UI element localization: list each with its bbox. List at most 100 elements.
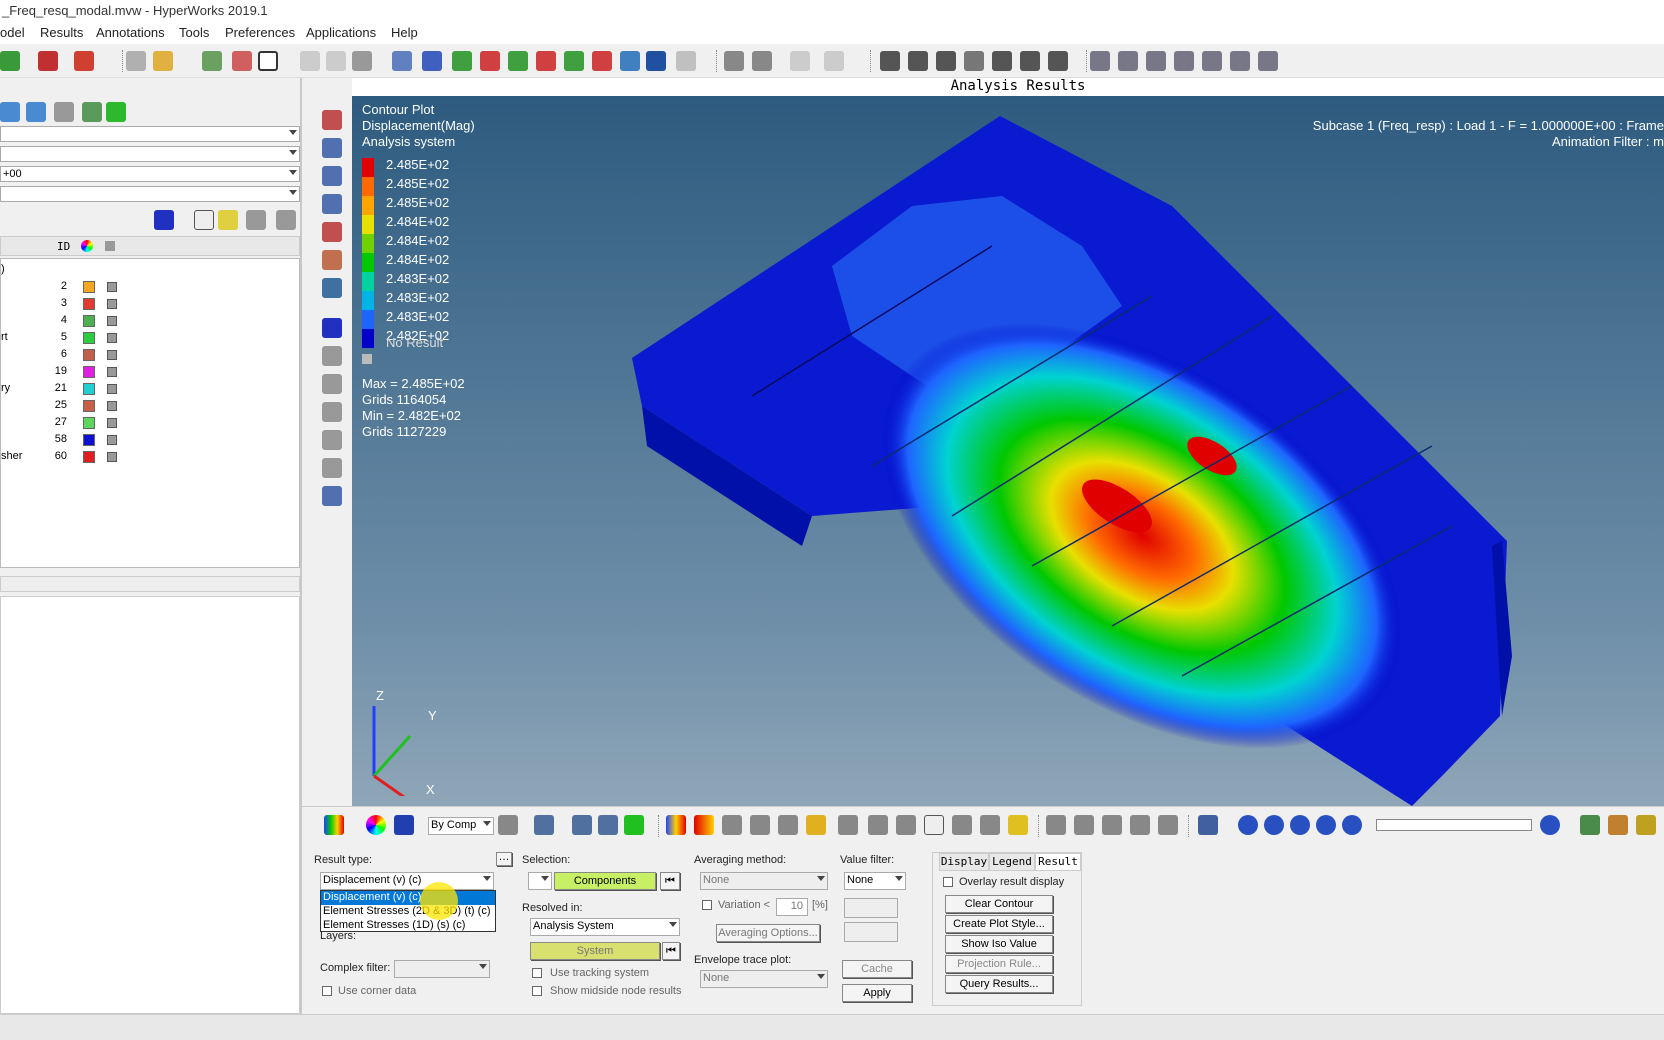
- component-display-icon[interactable]: [107, 282, 117, 292]
- use-tracking-checkbox[interactable]: [532, 968, 542, 978]
- tree-row[interactable]: sher 60: [1, 448, 286, 465]
- component-color-swatch[interactable]: [83, 451, 95, 463]
- open-results-icon[interactable]: [38, 51, 58, 71]
- component-color-swatch[interactable]: [83, 298, 95, 310]
- vtool-eye-3-icon[interactable]: [322, 402, 342, 422]
- zoom-window-icon[interactable]: [880, 51, 900, 71]
- section-icon[interactable]: [1102, 815, 1122, 835]
- variation-checkbox[interactable]: [702, 900, 712, 910]
- open-folder-icon[interactable]: [153, 51, 173, 71]
- averaging-options-button[interactable]: Averaging Options...: [716, 924, 820, 942]
- browser-tool-1-icon[interactable]: [0, 102, 20, 122]
- tree-row[interactable]: 2: [1, 278, 286, 295]
- duplicate-icon[interactable]: [824, 51, 844, 71]
- tree-row[interactable]: 25: [1, 397, 286, 414]
- component-display-icon[interactable]: [107, 350, 117, 360]
- move-vertical-icon[interactable]: [1020, 51, 1040, 71]
- iso-view-icon[interactable]: [620, 51, 640, 71]
- color-column-icon[interactable]: [81, 240, 93, 252]
- delete-page-icon[interactable]: [232, 51, 252, 71]
- component-color-swatch[interactable]: [83, 332, 95, 344]
- vector-icon[interactable]: [750, 815, 770, 835]
- vtool-eye-1-icon[interactable]: [322, 346, 342, 366]
- vtool-display-icon[interactable]: [322, 318, 342, 338]
- component-display-icon[interactable]: [107, 452, 117, 462]
- show-iso-value-button[interactable]: Show Iso Value: [945, 935, 1053, 953]
- layout-7-icon[interactable]: [1258, 51, 1278, 71]
- browser-combo-3[interactable]: +00: [0, 166, 300, 182]
- transform-icon[interactable]: [980, 815, 1000, 835]
- isolate-icon[interactable]: [218, 210, 238, 230]
- open-model-icon[interactable]: [0, 51, 20, 71]
- query-results-button[interactable]: Query Results...: [945, 975, 1053, 993]
- component-display-icon[interactable]: [107, 316, 117, 326]
- averaging-method-select[interactable]: None: [700, 872, 828, 890]
- tool-b-icon[interactable]: [1580, 815, 1600, 835]
- view-xz-icon[interactable]: [508, 51, 528, 71]
- browser-tool-4-icon[interactable]: [82, 102, 102, 122]
- value-filter-min-input[interactable]: [844, 898, 898, 918]
- overlay-checkbox[interactable]: [943, 877, 953, 887]
- layout-1-icon[interactable]: [1090, 51, 1110, 71]
- menu-tools[interactable]: Tools: [179, 25, 209, 40]
- resolved-in-select[interactable]: Analysis System: [530, 918, 680, 936]
- view-yx-icon[interactable]: [480, 51, 500, 71]
- animation-type-icon[interactable]: [1198, 815, 1218, 835]
- vtool-3-icon[interactable]: [322, 166, 342, 186]
- graphics-viewport[interactable]: Contour Plot Displacement(Mag) Analysis …: [352, 96, 1664, 806]
- cache-button[interactable]: Cache: [842, 960, 912, 978]
- component-color-swatch[interactable]: [83, 417, 95, 429]
- dropdown-option-displacement[interactable]: Displacement (v) (c): [321, 891, 495, 905]
- cut-plane-icon[interactable]: [572, 815, 592, 835]
- window-split-icon[interactable]: [326, 51, 346, 71]
- panel-divider[interactable]: [0, 576, 300, 592]
- menu-results[interactable]: Results: [40, 25, 83, 40]
- mesh-mode-icon[interactable]: [498, 815, 518, 835]
- previous-frame-icon[interactable]: [1264, 815, 1284, 835]
- tab-display[interactable]: Display: [939, 853, 989, 871]
- show-one-icon[interactable]: [276, 210, 296, 230]
- center-icon[interactable]: [936, 51, 956, 71]
- vtool-1-icon[interactable]: [322, 110, 342, 130]
- tree-row[interactable]: rt 5: [1, 329, 286, 346]
- value-filter-max-input[interactable]: [844, 922, 898, 942]
- animation-slider[interactable]: [1376, 819, 1532, 831]
- envelope-trace-select[interactable]: None: [700, 970, 828, 988]
- camera-icon[interactable]: [646, 51, 666, 71]
- variation-input[interactable]: 10: [776, 898, 808, 916]
- marker-icon[interactable]: [806, 815, 826, 835]
- vtool-5-icon[interactable]: [322, 222, 342, 242]
- component-display-icon[interactable]: [107, 435, 117, 445]
- browser-tool-3-icon[interactable]: [54, 102, 74, 122]
- contour-icon[interactable]: [324, 815, 344, 835]
- display-mode-icon[interactable]: [154, 210, 174, 230]
- filter-icon[interactable]: [896, 815, 916, 835]
- result-type-more-button[interactable]: …: [496, 852, 512, 866]
- bar-chart-icon[interactable]: [838, 815, 858, 835]
- component-color-swatch[interactable]: [83, 281, 95, 293]
- note-icon[interactable]: [1074, 815, 1094, 835]
- add-component-icon[interactable]: [624, 815, 644, 835]
- tab-legend[interactable]: Legend: [989, 853, 1035, 871]
- tree-row[interactable]: 58: [1, 431, 286, 448]
- component-color-swatch[interactable]: [83, 315, 95, 327]
- create-plot-style-button[interactable]: Create Plot Style...: [945, 915, 1053, 933]
- vtool-mesh-icon[interactable]: [322, 486, 342, 506]
- browser-search-field[interactable]: [0, 186, 300, 202]
- component-display-icon[interactable]: [107, 367, 117, 377]
- plot-icon[interactable]: [1158, 815, 1178, 835]
- id-column-header[interactable]: ID: [57, 240, 70, 253]
- tree-row[interactable]: ry 21: [1, 380, 286, 397]
- tree-row[interactable]: 6: [1, 346, 286, 363]
- complex-filter-select[interactable]: [394, 960, 490, 978]
- first-frame-icon[interactable]: [1238, 815, 1258, 835]
- vtool-4-icon[interactable]: [322, 194, 342, 214]
- use-corner-data-checkbox[interactable]: [322, 986, 332, 996]
- tool-a-icon[interactable]: [1046, 815, 1066, 835]
- projection-rule-button[interactable]: Projection Rule...: [945, 955, 1053, 973]
- selection-reset-button[interactable]: ⏮: [660, 872, 680, 890]
- show-midside-checkbox[interactable]: [532, 986, 542, 996]
- components-button[interactable]: Components: [554, 872, 656, 890]
- zoom-fit-icon[interactable]: [908, 51, 928, 71]
- layout-icon[interactable]: [352, 51, 372, 71]
